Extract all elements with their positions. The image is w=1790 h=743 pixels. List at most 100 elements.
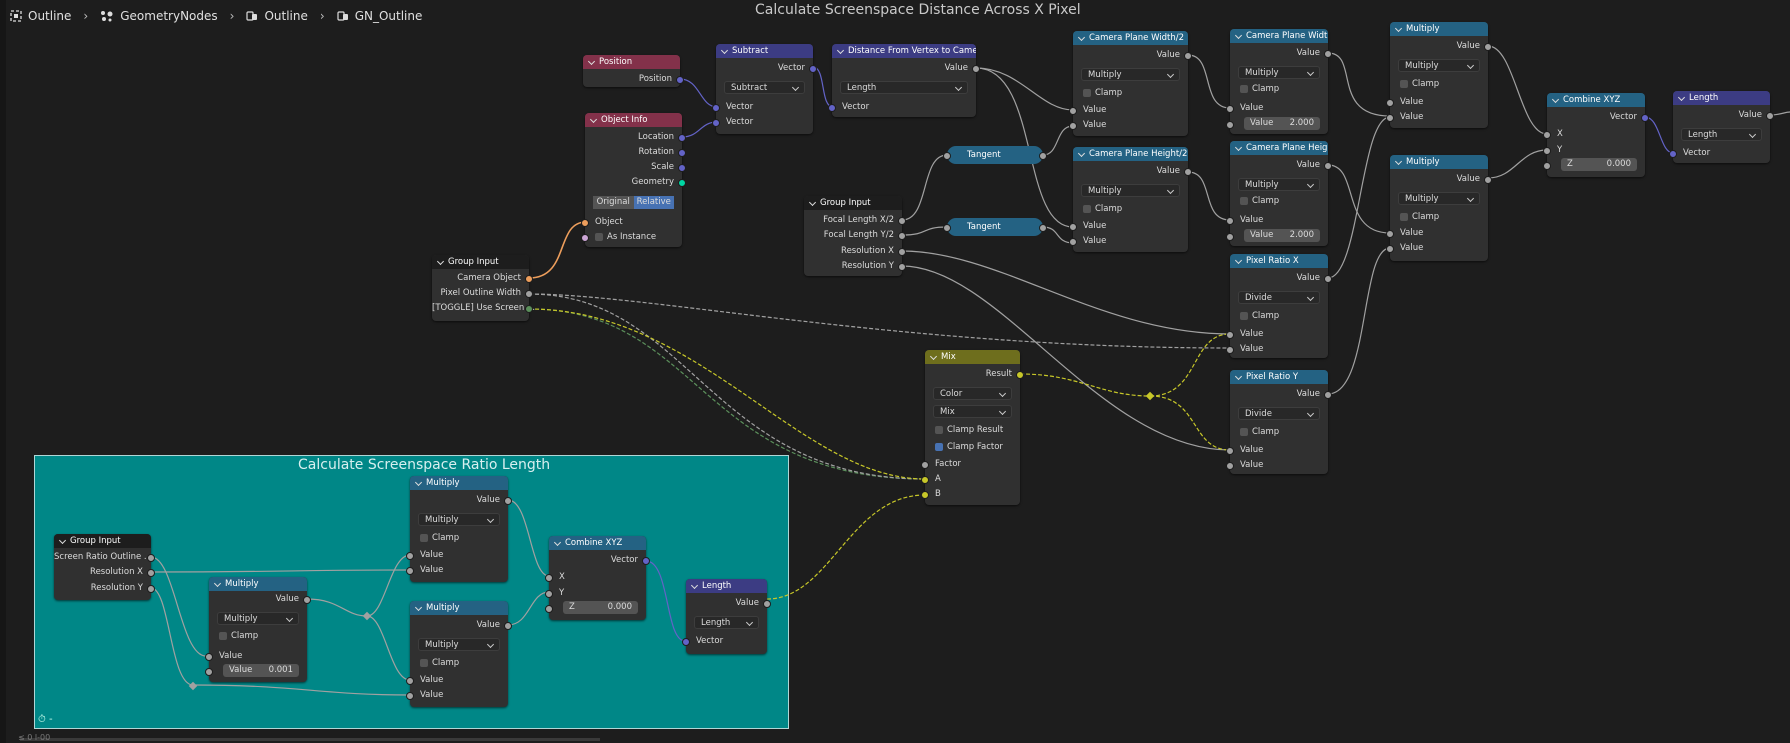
- node-header[interactable]: Pixel Ratio Y: [1230, 370, 1328, 384]
- blend-mode-select[interactable]: Mix: [933, 405, 1012, 418]
- socket-input[interactable]: [581, 219, 589, 227]
- clamp-result-checkbox[interactable]: Clamp Result: [935, 423, 1003, 437]
- socket-input[interactable]: [545, 574, 553, 582]
- clamp-checkbox[interactable]: Clamp: [1240, 194, 1279, 208]
- node-header[interactable]: Object Info: [585, 113, 682, 127]
- socket-output[interactable]: [898, 263, 906, 271]
- socket-output[interactable]: [1039, 224, 1047, 232]
- clamp-checkbox[interactable]: Clamp: [420, 656, 459, 670]
- node-group-input-frame[interactable]: Group Input Screen Ratio Outline ... Res…: [54, 534, 155, 600]
- node-header[interactable]: Multiply: [209, 577, 307, 591]
- node-header[interactable]: Multiply: [1390, 155, 1488, 169]
- socket-input[interactable]: [545, 590, 553, 598]
- socket-input[interactable]: [406, 692, 414, 700]
- node-header[interactable]: Distance From Vertex to Camera: [832, 44, 976, 58]
- socket-input[interactable]: [712, 119, 720, 127]
- node-editor-canvas[interactable]: Outline › GeometryNodes › Outline › GN_O…: [0, 0, 1790, 743]
- node-camera-plane-width[interactable]: Camera Plane Width Value Multiply Clamp …: [1226, 29, 1332, 134]
- clamp-checkbox[interactable]: Clamp: [219, 629, 258, 643]
- socket-output[interactable]: [1184, 52, 1192, 60]
- socket-output[interactable]: [972, 65, 980, 73]
- socket-output[interactable]: [1484, 176, 1492, 184]
- socket-input[interactable]: [1226, 233, 1234, 241]
- socket-output[interactable]: [809, 65, 817, 73]
- socket-output[interactable]: [676, 76, 684, 84]
- value-field[interactable]: Value 2.000: [1244, 229, 1320, 242]
- node-group-input-focal[interactable]: Group Input Focal Length X/2 Focal Lengt…: [804, 196, 906, 276]
- socket-output[interactable]: [1016, 371, 1024, 379]
- clamp-factor-checkbox[interactable]: Clamp Factor: [935, 440, 1003, 454]
- socket-output[interactable]: [504, 497, 512, 505]
- socket-input[interactable]: [1226, 121, 1234, 129]
- seg-original[interactable]: Original: [593, 196, 634, 209]
- socket-output[interactable]: [147, 554, 155, 562]
- clamp-checkbox[interactable]: Clamp: [1400, 77, 1439, 91]
- node-pixel-ratio-y[interactable]: Pixel Ratio Y Value Divide Clamp Value V…: [1226, 370, 1332, 474]
- socket-input[interactable]: [921, 461, 929, 469]
- node-header[interactable]: Group Input: [804, 196, 902, 210]
- socket-output[interactable]: [525, 305, 533, 313]
- operation-select[interactable]: Multiply: [1238, 66, 1320, 79]
- socket-output[interactable]: [147, 585, 155, 593]
- operation-select[interactable]: Length: [840, 81, 968, 94]
- node-group-input-main[interactable]: Group Input Camera Object Pixel Outline …: [432, 255, 535, 321]
- socket-output[interactable]: [1324, 162, 1332, 170]
- operation-select[interactable]: Multiply: [1081, 184, 1180, 197]
- socket-output[interactable]: [898, 232, 906, 240]
- socket-output[interactable]: [504, 622, 512, 630]
- socket-output[interactable]: [147, 569, 155, 577]
- socket-output[interactable]: [1184, 168, 1192, 176]
- socket-output[interactable]: [642, 557, 650, 565]
- node-header[interactable]: Multiply: [410, 476, 508, 490]
- socket-output[interactable]: [678, 134, 686, 142]
- socket-output[interactable]: [1641, 114, 1649, 122]
- node-multiply-frame-1[interactable]: Multiply Value Multiply Clamp Value Valu…: [205, 577, 311, 682]
- socket-input[interactable]: [682, 638, 690, 646]
- socket-output[interactable]: [525, 290, 533, 298]
- operation-select[interactable]: Multiply: [418, 513, 500, 526]
- node-camera-plane-width-half[interactable]: Camera Plane Width/2 Value Multiply Clam…: [1069, 31, 1192, 136]
- clamp-checkbox[interactable]: Clamp: [1240, 309, 1279, 323]
- node-header[interactable]: Length: [1673, 91, 1770, 105]
- socket-input[interactable]: [545, 605, 553, 613]
- node-header[interactable]: Multiply: [410, 601, 508, 615]
- node-subtract[interactable]: Subtract Vector Subtract Vector Vector: [712, 44, 817, 134]
- node-header[interactable]: Combine XYZ: [549, 536, 646, 550]
- socket-output[interactable]: [898, 217, 906, 225]
- socket-input[interactable]: [1226, 447, 1234, 455]
- reroute-point[interactable]: [1145, 391, 1155, 401]
- socket-input[interactable]: [1543, 162, 1551, 170]
- socket-output[interactable]: [1766, 112, 1774, 120]
- socket-input[interactable]: [1543, 131, 1551, 139]
- operation-select[interactable]: Divide: [1238, 407, 1320, 420]
- socket-input[interactable]: [406, 567, 414, 575]
- socket-output[interactable]: [678, 149, 686, 157]
- node-object-info[interactable]: Object Info Location Rotation Scale Geom…: [581, 113, 686, 247]
- node-header[interactable]: Camera Plane Width/2: [1073, 31, 1188, 45]
- operation-select[interactable]: Length: [694, 616, 759, 629]
- breadcrumb-item-modifier[interactable]: GeometryNodes: [100, 9, 218, 23]
- node-tangent-x[interactable]: Tangent: [943, 146, 1047, 164]
- transform-space-toggle[interactable]: Original Relative: [593, 196, 674, 209]
- node-header[interactable]: Length: [686, 579, 767, 593]
- socket-output[interactable]: [1324, 275, 1332, 283]
- clamp-checkbox[interactable]: Clamp: [1240, 82, 1279, 96]
- node-position[interactable]: Position Position: [583, 55, 684, 87]
- operation-select[interactable]: Length: [1681, 128, 1762, 141]
- operation-select[interactable]: Multiply: [1238, 178, 1320, 191]
- operation-select[interactable]: Multiply: [217, 612, 299, 625]
- node-header[interactable]: Camera Plane Height/2: [1073, 147, 1188, 161]
- socket-output[interactable]: [1324, 391, 1332, 399]
- node-header[interactable]: Camera Plane Width: [1230, 29, 1328, 43]
- node-length-main[interactable]: Length Value Length Vector: [1669, 91, 1774, 163]
- socket-output[interactable]: [303, 596, 311, 604]
- node-header[interactable]: Group Input: [54, 534, 151, 548]
- seg-relative[interactable]: Relative: [633, 196, 674, 209]
- socket-input[interactable]: [943, 152, 951, 160]
- node-mix[interactable]: Mix Result Color Mix Clamp Result Clamp …: [921, 350, 1024, 505]
- socket-input[interactable]: [205, 668, 213, 676]
- node-header[interactable]: Camera Plane Height: [1230, 141, 1328, 155]
- socket-input[interactable]: [1226, 462, 1234, 470]
- breadcrumb-item-nodegroup[interactable]: Outline: [246, 9, 308, 23]
- operation-select[interactable]: Multiply: [1081, 68, 1180, 81]
